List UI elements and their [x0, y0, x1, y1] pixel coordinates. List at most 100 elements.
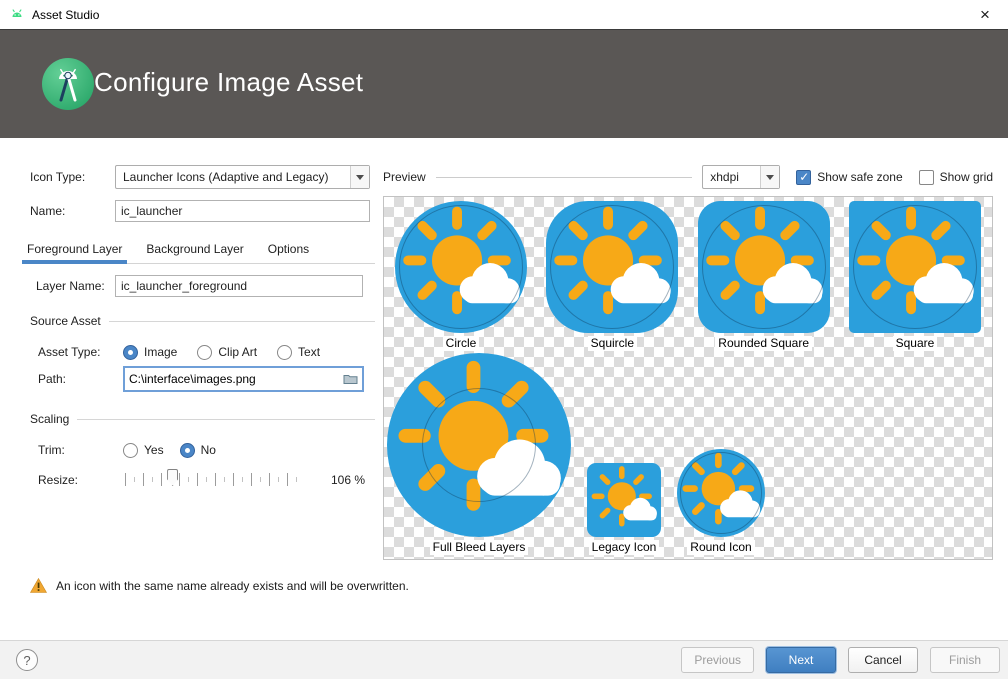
preview-caption: Round Icon [687, 540, 754, 555]
radio-trim-no[interactable]: No [180, 443, 216, 458]
radio-image[interactable]: Image [123, 345, 177, 360]
preview-icon-square [849, 201, 981, 333]
path-label: Path: [38, 367, 66, 391]
warning-row: An icon with the same name already exist… [30, 578, 409, 593]
trim-label: Trim: [38, 438, 65, 462]
preview-canvas: Circle Squircle Rounded Square [383, 196, 993, 560]
preview-tile-square: Square [840, 201, 990, 351]
show-grid-label: Show grid [940, 170, 993, 184]
show-safe-zone-checkbox[interactable] [796, 170, 811, 185]
icon-type-label: Icon Type: [30, 165, 85, 189]
show-safe-zone-label: Show safe zone [817, 170, 902, 184]
radio-clip-art[interactable]: Clip Art [197, 345, 257, 360]
preview-caption: Square [893, 336, 938, 351]
safe-zone-ring [680, 452, 763, 535]
section-divider [109, 321, 375, 322]
preview-row-legacy: Full Bleed Layers Legacy Icon Round Icon [387, 353, 765, 555]
radio-image-control[interactable] [123, 345, 138, 360]
layer-name-input[interactable] [115, 275, 363, 297]
warning-icon [30, 578, 47, 593]
preview-icon-squircle [546, 201, 678, 333]
android-icon [9, 7, 25, 23]
chevron-down-icon [350, 166, 369, 188]
name-label: Name: [30, 199, 65, 223]
close-icon[interactable]: × [962, 0, 1008, 29]
preview-icon-legacy [587, 463, 661, 537]
preview-header: Preview xhdpi Show safe zone Show grid [383, 165, 993, 189]
density-select[interactable]: xhdpi [702, 165, 780, 189]
tab-options[interactable]: Options [263, 237, 314, 264]
preview-divider [436, 177, 693, 178]
chevron-down-icon [760, 166, 779, 188]
layer-name-label: Layer Name: [36, 274, 105, 298]
header-banner: Configure Image Asset [0, 30, 1008, 138]
window-title: Asset Studio [32, 8, 99, 22]
tab-foreground-layer[interactable]: Foreground Layer [22, 237, 127, 264]
radio-trim-yes-label: Yes [144, 443, 164, 457]
preview-icon-round [677, 449, 765, 537]
main-content: Icon Type: Launcher Icons (Adaptive and … [0, 138, 1008, 640]
safe-zone-ring [853, 205, 977, 329]
source-asset-section-label: Source Asset [30, 314, 101, 328]
icon-type-select[interactable]: Launcher Icons (Adaptive and Legacy) [115, 165, 370, 189]
icon-type-value: Launcher Icons (Adaptive and Legacy) [116, 170, 350, 184]
next-button[interactable]: Next [766, 647, 836, 673]
resize-value: 106 % [331, 468, 365, 492]
show-grid-checkbox[interactable] [919, 170, 934, 185]
browse-folder-button[interactable] [338, 369, 362, 389]
radio-clip-art-control[interactable] [197, 345, 212, 360]
layer-tabs: Foreground Layer Background Layer Option… [22, 237, 375, 264]
help-button[interactable]: ? [16, 649, 38, 671]
slider-ticks [125, 473, 303, 486]
preview-icon-circle [395, 201, 527, 333]
asset-studio-logo [42, 58, 94, 110]
radio-trim-yes[interactable]: Yes [123, 443, 164, 458]
radio-text-control[interactable] [277, 345, 292, 360]
safe-zone-ring [399, 205, 523, 329]
radio-text[interactable]: Text [277, 345, 320, 360]
previous-button[interactable]: Previous [681, 647, 754, 673]
footer-bar: ? Previous Next Cancel Finish [0, 640, 1008, 679]
preview-tile-legacy: Legacy Icon [587, 463, 661, 555]
resize-label: Resize: [38, 468, 78, 492]
preview-tile-round: Round Icon [677, 449, 765, 555]
path-input[interactable] [125, 372, 338, 386]
preview-tile-rounded-square: Rounded Square [689, 201, 839, 351]
preview-tile-circle: Circle [386, 201, 536, 351]
preview-label: Preview [383, 170, 426, 184]
radio-text-label: Text [298, 345, 320, 359]
preview-icon-rounded-square [698, 201, 830, 333]
resize-slider[interactable] [123, 468, 305, 490]
cancel-button[interactable]: Cancel [848, 647, 918, 673]
preview-tile-full-bleed: Full Bleed Layers [387, 353, 571, 555]
show-safe-zone-option[interactable]: Show safe zone [796, 170, 902, 185]
asset-studio-dialog: Asset Studio × [0, 0, 1008, 679]
name-input[interactable] [115, 200, 370, 222]
preview-tile-squircle: Squircle [537, 201, 687, 351]
asset-type-label: Asset Type: [38, 340, 100, 364]
show-grid-option[interactable]: Show grid [919, 170, 993, 185]
preview-caption: Rounded Square [715, 336, 812, 351]
warning-text: An icon with the same name already exist… [56, 579, 409, 593]
safe-zone-ring [702, 205, 826, 329]
tab-background-layer[interactable]: Background Layer [141, 237, 248, 264]
density-value: xhdpi [703, 170, 760, 184]
finish-button[interactable]: Finish [930, 647, 1000, 673]
preview-icon-full-bleed [387, 353, 571, 537]
window-titlebar: Asset Studio × [0, 0, 1008, 30]
radio-trim-no-label: No [201, 443, 216, 457]
preview-caption: Legacy Icon [589, 540, 660, 555]
page-title: Configure Image Asset [94, 67, 363, 98]
scaling-section: Scaling [30, 411, 375, 427]
footer-buttons: Previous Next Cancel Finish [681, 647, 1000, 673]
safe-zone-ring [550, 205, 674, 329]
radio-trim-no-control[interactable] [180, 443, 195, 458]
radio-clip-art-label: Clip Art [218, 345, 257, 359]
source-asset-section: Source Asset [30, 313, 375, 329]
asset-type-radio-group: Image Clip Art Text [123, 340, 340, 364]
preview-row-adaptive: Circle Squircle Rounded Square [386, 201, 990, 351]
radio-trim-yes-control[interactable] [123, 443, 138, 458]
path-field [123, 366, 364, 392]
preview-caption: Full Bleed Layers [430, 540, 529, 555]
scaling-section-label: Scaling [30, 412, 69, 426]
